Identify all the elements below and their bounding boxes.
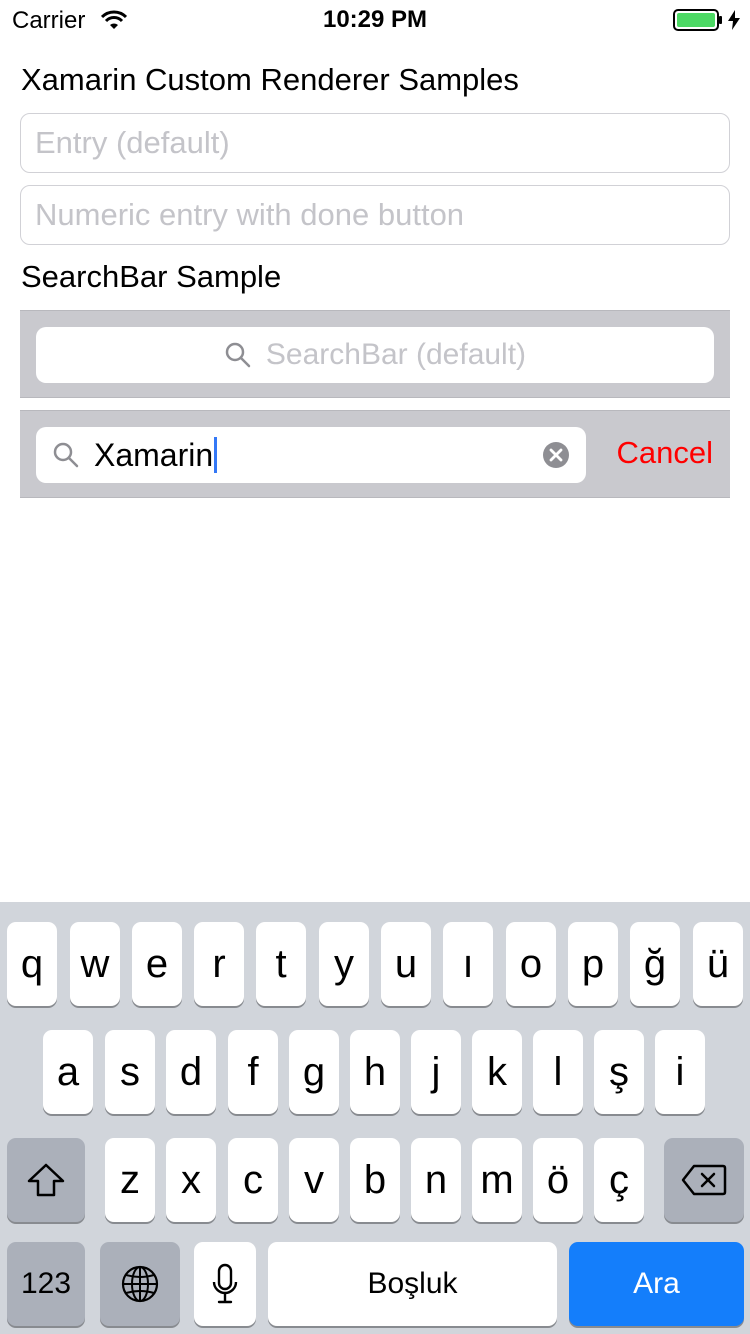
key-g-breve[interactable]: ğ (630, 922, 680, 1006)
battery-icon (673, 9, 722, 31)
search-return-key[interactable]: Ara (569, 1242, 744, 1326)
keyboard: q w e r t y u ı o p ğ ü a s d f g h j k … (0, 902, 750, 1334)
key-b[interactable]: b (350, 1138, 400, 1222)
key-o[interactable]: o (506, 922, 556, 1006)
searchbar-default: SearchBar (default) (20, 310, 730, 398)
key-n[interactable]: n (411, 1138, 461, 1222)
key-w[interactable]: w (70, 922, 120, 1006)
page-title: Xamarin Custom Renderer Samples (21, 62, 519, 97)
searchbar-default-field[interactable]: SearchBar (default) (36, 327, 714, 383)
key-x[interactable]: x (166, 1138, 216, 1222)
key-i[interactable]: i (655, 1030, 705, 1114)
key-k[interactable]: k (472, 1030, 522, 1114)
searchbar-default-placeholder: SearchBar (default) (265, 338, 527, 371)
microphone-icon (212, 1263, 238, 1304)
searchbar-section-title: SearchBar Sample (21, 259, 282, 294)
search-icon (53, 442, 79, 468)
key-s[interactable]: s (105, 1030, 155, 1114)
entry-default-field[interactable] (20, 113, 730, 173)
text-cursor (214, 437, 218, 473)
key-l[interactable]: l (533, 1030, 583, 1114)
key-y[interactable]: y (319, 922, 369, 1006)
key-o-umlaut[interactable]: ö (533, 1138, 583, 1222)
microphone-key[interactable] (194, 1242, 256, 1326)
key-dotless-i[interactable]: ı (443, 922, 493, 1006)
charging-icon (728, 10, 740, 30)
key-g[interactable]: g (289, 1030, 339, 1114)
key-h[interactable]: h (350, 1030, 400, 1114)
key-m[interactable]: m (472, 1138, 522, 1222)
numbers-key[interactable]: 123 (7, 1242, 85, 1326)
key-f[interactable]: f (228, 1030, 278, 1114)
key-j[interactable]: j (411, 1030, 461, 1114)
key-p[interactable]: p (568, 922, 618, 1006)
key-z[interactable]: z (105, 1138, 155, 1222)
globe-key[interactable] (100, 1242, 180, 1326)
shift-key[interactable] (7, 1138, 85, 1222)
numeric-entry-field[interactable] (20, 185, 730, 245)
search-icon (225, 342, 251, 368)
globe-icon (121, 1265, 159, 1303)
clear-icon[interactable] (542, 441, 570, 469)
key-u[interactable]: u (381, 922, 431, 1006)
key-q[interactable]: q (7, 922, 57, 1006)
key-u-umlaut[interactable]: ü (693, 922, 743, 1006)
key-t[interactable]: t (256, 922, 306, 1006)
key-s-cedilla[interactable]: ş (594, 1030, 644, 1114)
key-r[interactable]: r (194, 922, 244, 1006)
searchbar-active: Xamarin Cancel (20, 410, 730, 498)
delete-key[interactable] (664, 1138, 744, 1222)
shift-icon (27, 1163, 65, 1197)
key-c[interactable]: c (228, 1138, 278, 1222)
key-a[interactable]: a (43, 1030, 93, 1114)
delete-icon (681, 1164, 727, 1196)
key-c-cedilla[interactable]: ç (594, 1138, 644, 1222)
status-bar: Carrier 10:29 PM (0, 0, 750, 40)
status-time: 10:29 PM (322, 6, 428, 33)
cancel-button[interactable]: Cancel (617, 435, 714, 471)
key-d[interactable]: d (166, 1030, 216, 1114)
searchbar-active-value: Xamarin (94, 436, 214, 473)
searchbar-active-field[interactable]: Xamarin (36, 427, 586, 483)
searchbar-active-input[interactable]: Xamarin (94, 435, 218, 475)
key-e[interactable]: e (132, 922, 182, 1006)
space-key[interactable]: Boşluk (268, 1242, 557, 1326)
key-v[interactable]: v (289, 1138, 339, 1222)
